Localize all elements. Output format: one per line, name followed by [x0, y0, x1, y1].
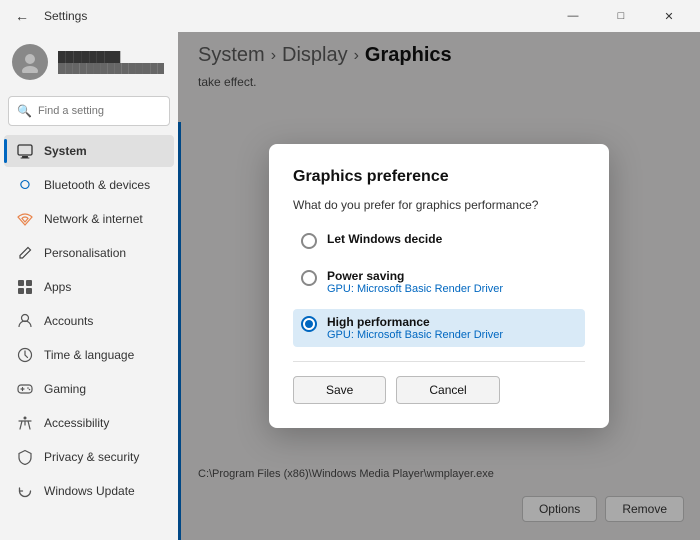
- radio-sublabel-performance: GPU: Microsoft Basic Render Driver: [327, 329, 503, 341]
- sidebar-item-accessibility[interactable]: Accessibility: [4, 407, 174, 439]
- sidebar-label-privacy: Privacy & security: [44, 450, 139, 464]
- close-button[interactable]: ✕: [646, 0, 692, 32]
- save-button[interactable]: Save: [293, 376, 386, 404]
- sidebar-label-apps: Apps: [44, 280, 71, 294]
- radio-content-windows: Let Windows decide: [327, 232, 442, 246]
- modal-question: What do you prefer for graphics performa…: [293, 198, 585, 212]
- search-icon: 🔍: [17, 104, 32, 118]
- radio-option-windows[interactable]: Let Windows decide: [293, 226, 585, 255]
- sidebar-item-network[interactable]: Network & internet: [4, 203, 174, 235]
- sidebar-item-update[interactable]: Windows Update: [4, 475, 174, 507]
- sidebar-item-apps[interactable]: Apps: [4, 271, 174, 303]
- modal-dialog: Graphics preference What do you prefer f…: [269, 144, 609, 428]
- radio-circle-windows: [301, 233, 317, 249]
- titlebar-title: Settings: [44, 9, 87, 23]
- sidebar-label-system: System: [44, 144, 87, 158]
- system-icon: [16, 142, 34, 160]
- user-name: ████████: [58, 51, 164, 63]
- cancel-button[interactable]: Cancel: [396, 376, 499, 404]
- privacy-icon: [16, 448, 34, 466]
- radio-circle-saving: [301, 270, 317, 286]
- gaming-icon: [16, 380, 34, 398]
- personalisation-icon: [16, 244, 34, 262]
- sidebar-label-personalisation: Personalisation: [44, 246, 126, 260]
- radio-label-saving: Power saving: [327, 269, 503, 283]
- sidebar-item-bluetooth[interactable]: ⭘ Bluetooth & devices: [4, 169, 174, 201]
- radio-label-performance: High performance: [327, 315, 503, 329]
- radio-circle-performance: [301, 316, 317, 332]
- update-icon: [16, 482, 34, 500]
- sidebar-label-accessibility: Accessibility: [44, 416, 109, 430]
- sidebar-label-update: Windows Update: [44, 484, 135, 498]
- bluetooth-icon: ⭘: [16, 176, 34, 194]
- back-button[interactable]: ←: [8, 2, 36, 30]
- sidebar-label-bluetooth: Bluetooth & devices: [44, 178, 150, 192]
- apps-icon: [16, 278, 34, 296]
- sidebar-item-system[interactable]: System: [4, 135, 174, 167]
- user-email: ███████████████: [58, 63, 164, 74]
- user-info: ████████ ███████████████: [58, 51, 164, 74]
- sidebar: ████████ ███████████████ 🔍 System ⭘ Blue…: [0, 32, 178, 540]
- accounts-icon: [16, 312, 34, 330]
- time-icon: [16, 346, 34, 364]
- user-profile[interactable]: ████████ ███████████████: [0, 32, 178, 92]
- sidebar-item-accounts[interactable]: Accounts: [4, 305, 174, 337]
- modal-title: Graphics preference: [293, 168, 585, 186]
- radio-content-performance: High performance GPU: Microsoft Basic Re…: [327, 315, 503, 341]
- search-input[interactable]: [38, 105, 161, 117]
- network-icon: [16, 210, 34, 228]
- radio-option-saving[interactable]: Power saving GPU: Microsoft Basic Render…: [293, 263, 585, 301]
- radio-label-windows: Let Windows decide: [327, 232, 442, 246]
- radio-option-performance[interactable]: High performance GPU: Microsoft Basic Re…: [293, 309, 585, 347]
- main-layout: ████████ ███████████████ 🔍 System ⭘ Blue…: [0, 32, 700, 540]
- avatar: [12, 44, 48, 80]
- sidebar-item-gaming[interactable]: Gaming: [4, 373, 174, 405]
- modal-backdrop: Graphics preference What do you prefer f…: [178, 32, 700, 540]
- sidebar-label-accounts: Accounts: [44, 314, 93, 328]
- radio-content-saving: Power saving GPU: Microsoft Basic Render…: [327, 269, 503, 295]
- sidebar-item-privacy[interactable]: Privacy & security: [4, 441, 174, 473]
- sidebar-label-time: Time & language: [44, 348, 134, 362]
- modal-divider: [293, 361, 585, 362]
- maximize-button[interactable]: □: [598, 0, 644, 32]
- sidebar-item-time[interactable]: Time & language: [4, 339, 174, 371]
- sidebar-label-gaming: Gaming: [44, 382, 86, 396]
- sidebar-label-network: Network & internet: [44, 212, 143, 226]
- accessibility-icon: [16, 414, 34, 432]
- search-box[interactable]: 🔍: [8, 96, 170, 126]
- minimize-button[interactable]: —: [550, 0, 596, 32]
- modal-actions: Save Cancel: [293, 376, 585, 404]
- titlebar: ← Settings — □ ✕: [0, 0, 700, 32]
- radio-sublabel-saving: GPU: Microsoft Basic Render Driver: [327, 283, 503, 295]
- titlebar-controls: — □ ✕: [550, 0, 692, 32]
- content-area: System › Display › Graphics take effect.…: [178, 32, 700, 540]
- sidebar-item-personalisation[interactable]: Personalisation: [4, 237, 174, 269]
